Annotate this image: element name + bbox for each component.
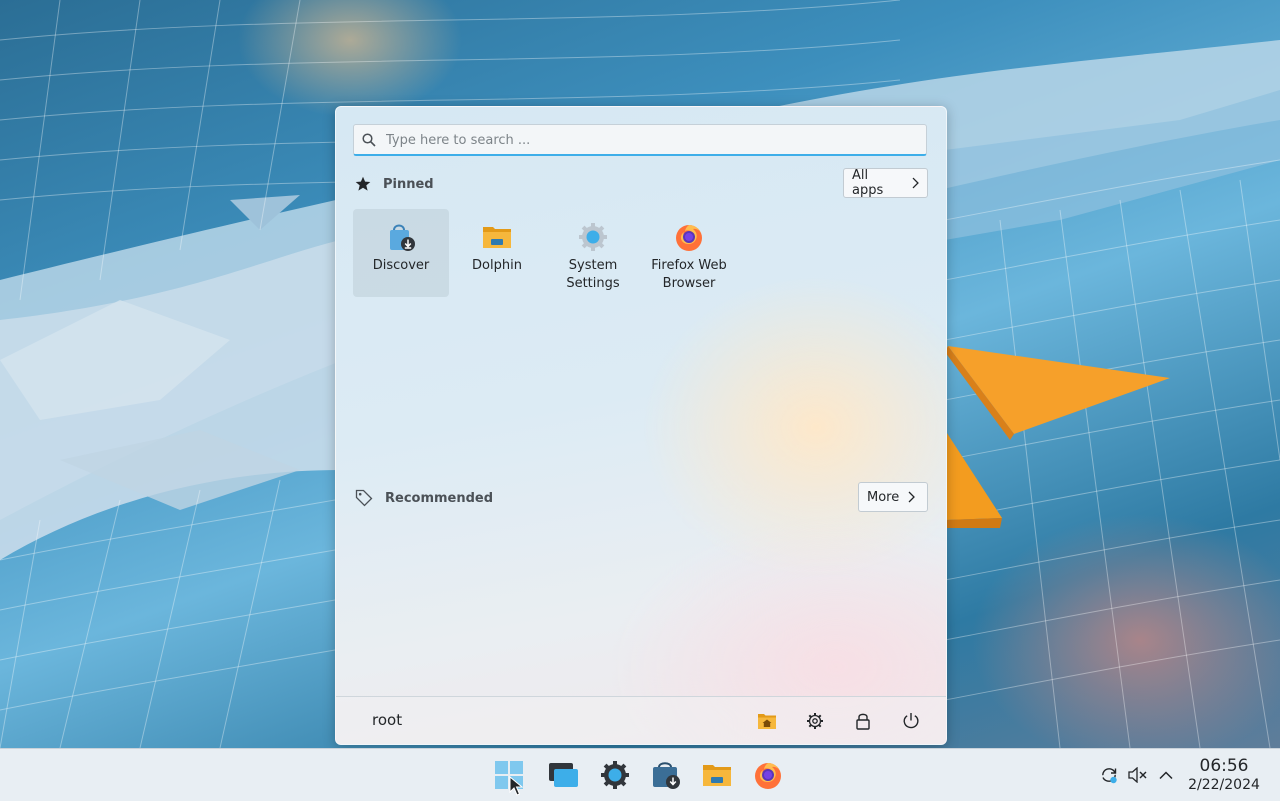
more-button[interactable]: More — [858, 482, 928, 512]
chevron-right-icon — [912, 177, 919, 189]
app-name: Discover — [372, 258, 430, 273]
chevron-right-icon — [908, 491, 916, 503]
power-icon — [903, 713, 919, 729]
pinned-header: Pinned — [355, 174, 434, 194]
volume-muted-icon — [1128, 767, 1147, 783]
app-name: Firefox Web Browser — [651, 258, 727, 291]
settings-gear-icon — [807, 713, 823, 729]
mouse-cursor-icon — [509, 776, 523, 796]
clock-date[interactable]: 2/22/2024 — [1180, 776, 1268, 794]
application-launcher: Pinned All apps Discover Dolphin — [335, 106, 947, 745]
taskbar-discover[interactable] — [648, 757, 684, 793]
taskbar-window-overview[interactable] — [545, 757, 581, 793]
firefox-icon — [676, 225, 702, 251]
user-name: root — [372, 711, 403, 729]
system-settings-button[interactable] — [803, 709, 827, 733]
home-folder-icon — [758, 714, 776, 729]
pinned-app-system-settings[interactable]: System Settings — [545, 209, 641, 297]
taskbar-dolphin[interactable] — [699, 757, 735, 793]
tray-volume[interactable] — [1127, 764, 1149, 786]
pinned-app-discover[interactable]: Discover — [353, 209, 449, 297]
tray-updates[interactable] — [1098, 764, 1120, 786]
lock-icon — [856, 713, 870, 730]
system-settings-icon — [601, 761, 629, 789]
pinned-app-firefox[interactable]: Firefox Web Browser — [641, 209, 737, 297]
power-button[interactable] — [899, 709, 923, 733]
discover-icon — [653, 762, 680, 789]
recommended-title: Recommended — [385, 490, 494, 506]
chevron-up-icon — [1159, 771, 1173, 780]
system-settings-icon — [579, 223, 607, 251]
discover-icon — [390, 224, 415, 251]
search-input[interactable] — [386, 125, 916, 155]
dolphin-folder-icon — [483, 227, 511, 248]
update-icon — [1102, 768, 1117, 784]
search-icon — [362, 133, 376, 147]
all-apps-label: All apps — [852, 168, 884, 198]
star-icon — [355, 176, 371, 191]
home-folder-button[interactable] — [755, 709, 779, 733]
more-label: More — [867, 489, 900, 505]
launcher-footer: root — [336, 696, 946, 744]
pinned-title: Pinned — [383, 176, 434, 192]
recommended-header: Recommended — [355, 488, 493, 508]
taskbar-firefox[interactable] — [750, 757, 786, 793]
lock-screen-button[interactable] — [851, 709, 875, 733]
search-field[interactable] — [353, 124, 927, 156]
all-apps-button[interactable]: All apps — [843, 168, 928, 198]
tray-expand[interactable] — [1155, 764, 1177, 786]
taskbar — [0, 748, 1280, 801]
taskbar-system-settings[interactable] — [597, 757, 633, 793]
app-name: Dolphin — [472, 258, 522, 273]
clock-time[interactable]: 06:56 — [1186, 756, 1262, 776]
pinned-app-dolphin[interactable]: Dolphin — [449, 209, 545, 297]
window-overview-icon — [549, 763, 578, 787]
dolphin-folder-icon — [703, 765, 731, 786]
app-name: System Settings — [566, 258, 620, 291]
firefox-icon — [755, 763, 781, 789]
tag-icon — [355, 489, 373, 507]
